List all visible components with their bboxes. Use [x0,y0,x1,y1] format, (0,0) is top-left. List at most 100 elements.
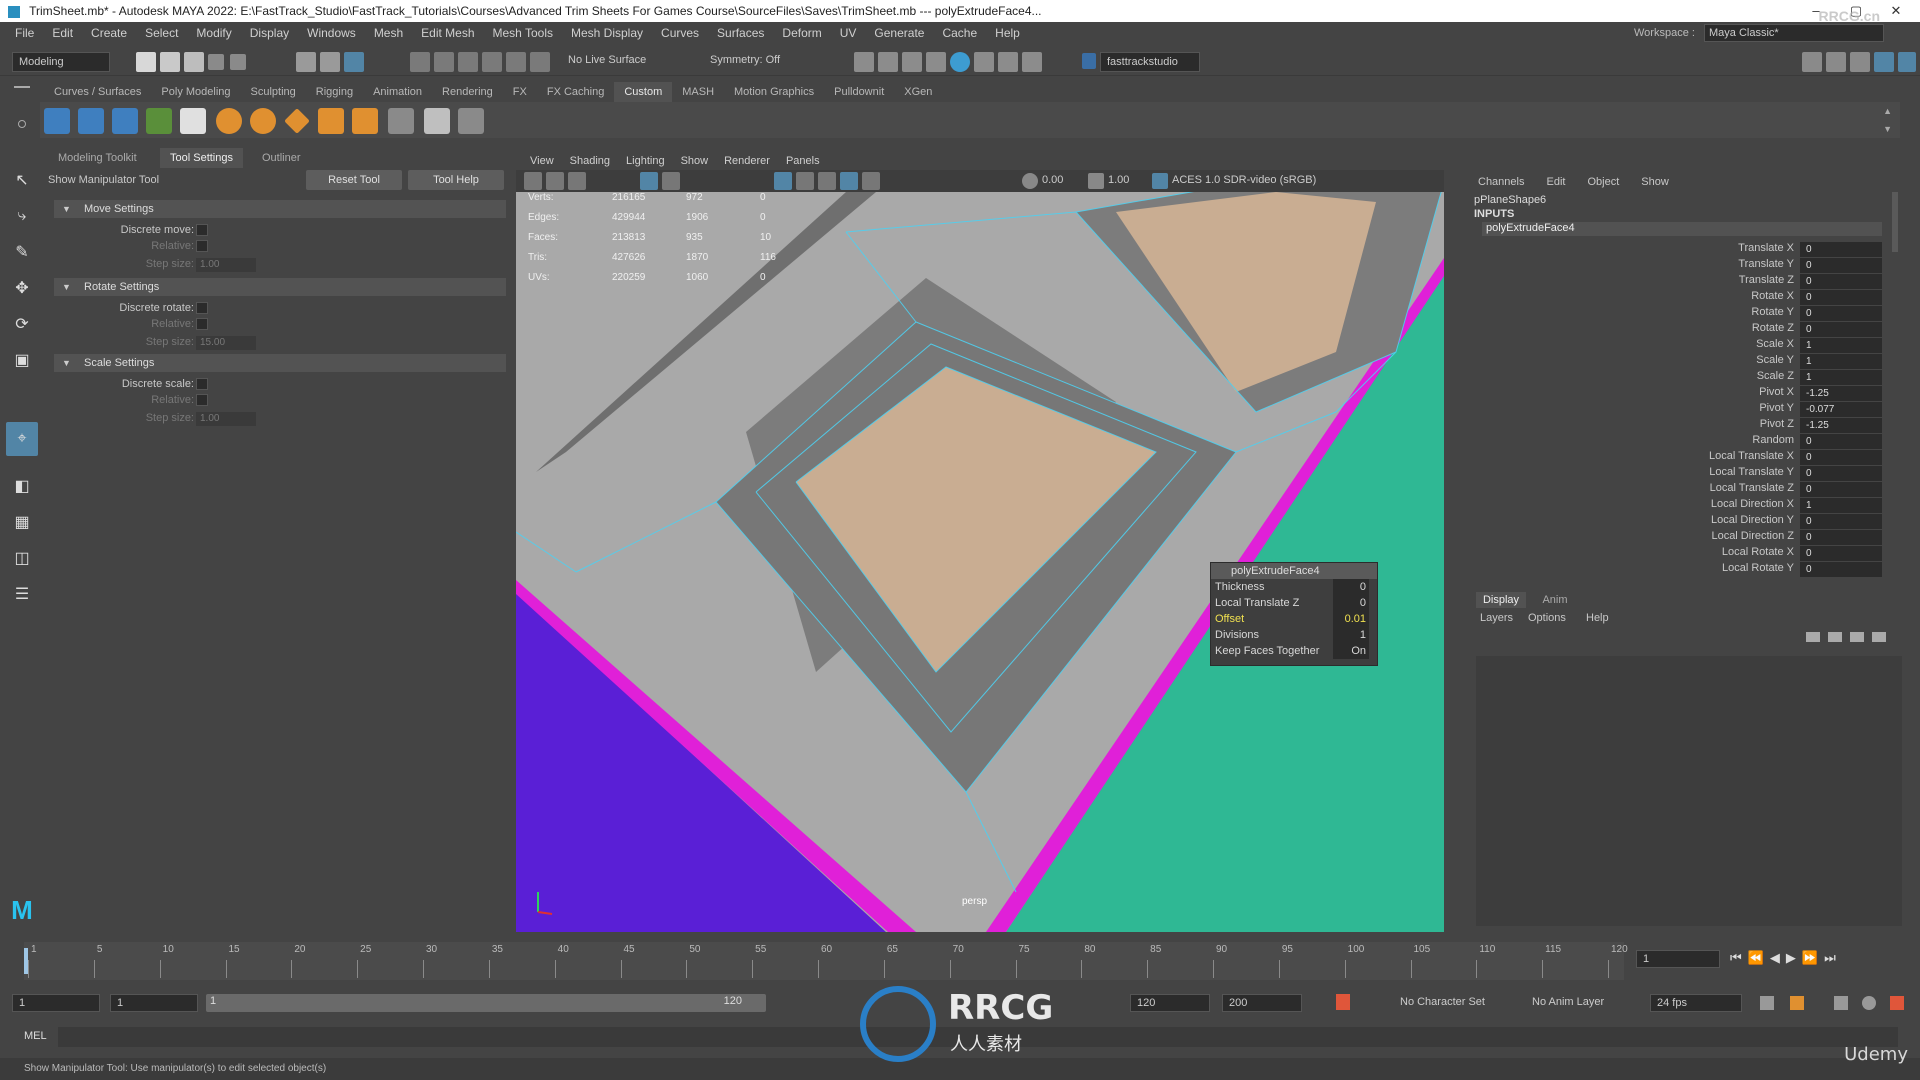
shelf-pivot-icon[interactable] [146,108,172,134]
menu-mesh[interactable]: Mesh [365,26,412,40]
render-settings-icon[interactable] [902,52,922,72]
popup-attr-row[interactable]: Offset 0.01 [1211,611,1377,627]
shelf-sphere-icon[interactable] [216,108,242,134]
channel-row[interactable]: Pivot Y -0.077 [1466,402,1906,418]
workspace-dropdown[interactable]: Maya Classic* [1704,24,1884,42]
shelf-cube-icon[interactable] [352,108,378,134]
ipr-render-icon[interactable] [878,52,898,72]
go-to-end-icon[interactable]: ⏭ [1824,950,1842,965]
render-view-icon[interactable] [974,52,994,72]
gamma-icon[interactable] [1088,173,1104,189]
channel-name[interactable]: Scale X [1756,338,1794,350]
select-tool-icon[interactable]: ↖ [8,166,36,194]
camera-select-icon[interactable] [524,172,542,190]
channel-row[interactable]: Local Translate Y 0 [1466,466,1906,482]
playback-options-icon[interactable] [1862,996,1876,1010]
menu-uv[interactable]: UV [831,26,866,40]
shelf-cylinder-icon[interactable] [318,108,344,134]
auto-key-icon[interactable] [1336,994,1350,1010]
current-frame-field[interactable]: 1 [1636,950,1720,968]
menu-file[interactable]: File [6,26,43,40]
snap-view-icon[interactable] [482,52,502,72]
section-rotate-settings[interactable]: Rotate Settings [54,278,506,296]
menu-windows[interactable]: Windows [298,26,365,40]
shelf-tab-rendering[interactable]: Rendering [432,82,503,102]
channel-name[interactable]: Local Rotate Y [1722,562,1794,574]
move-layer-down-icon[interactable] [1828,632,1842,642]
channel-row[interactable]: Translate Z 0 [1466,274,1906,290]
channel-name[interactable]: Translate Y [1738,258,1794,270]
popup-attr-value[interactable]: 0 [1333,579,1369,595]
anim-start-field[interactable]: 1 [12,994,100,1012]
channel-name[interactable]: Translate Z [1739,274,1794,286]
menu-generate[interactable]: Generate [865,26,933,40]
shelf-tab-xgen[interactable]: XGen [894,82,942,102]
shelf-torus-icon[interactable] [250,108,276,134]
channel-name[interactable]: Pivot Y [1759,402,1794,414]
channel-row[interactable]: Translate X 0 [1466,242,1906,258]
animation-prefs-icon[interactable] [1890,996,1904,1010]
shelf-diamond-icon[interactable] [284,108,310,134]
mel-label[interactable]: MEL [24,1030,47,1042]
channel-value[interactable]: 0 [1800,546,1882,561]
channel-value[interactable]: 0 [1800,274,1882,289]
character-set-dropdown[interactable]: No Character Set [1400,996,1485,1008]
viewport-menu-shading[interactable]: Shading [562,155,618,167]
close-icon[interactable]: ✕ [1876,0,1916,22]
tab-outliner[interactable]: Outliner [252,148,311,168]
section-move-settings[interactable]: Move Settings [54,200,506,218]
channel-row[interactable]: Translate Y 0 [1466,258,1906,274]
channel-value[interactable]: 1 [1800,498,1882,513]
channel-value[interactable]: -0.077 [1800,402,1882,417]
popup-attr-value[interactable]: On [1333,643,1369,659]
step-forward-frame-icon[interactable]: ⏩ [1802,950,1824,965]
sound-icon[interactable] [1834,996,1848,1010]
channel-menu-show[interactable]: Show [1641,176,1669,188]
save-scene-icon[interactable] [184,52,204,72]
shelf-tab-sculpting[interactable]: Sculpting [241,82,306,102]
light-editor-icon[interactable] [998,52,1018,72]
film-gate-icon[interactable] [662,172,680,190]
viewport-menu-view[interactable]: View [522,155,562,167]
channel-value[interactable]: 0 [1800,530,1882,545]
rotate-step-field[interactable]: 15.00 [196,336,256,350]
attribute-editor-toggle-icon[interactable] [1826,52,1846,72]
tab-anim[interactable]: Anim [1530,592,1580,608]
channel-name[interactable]: Random [1752,434,1794,446]
channel-value[interactable]: 1 [1800,338,1882,353]
channel-value[interactable]: 0 [1800,562,1882,577]
channel-row[interactable]: Local Translate Z 0 [1466,482,1906,498]
shelf-tab-mash[interactable]: MASH [672,82,724,102]
menu-edit-mesh[interactable]: Edit Mesh [412,26,483,40]
shelf-tab-curves-surfaces[interactable]: Curves / Surfaces [44,82,151,102]
popup-attr-value[interactable]: 0 [1333,595,1369,611]
shape-node-name[interactable]: pPlaneShape6 [1474,194,1546,206]
channel-value[interactable]: -1.25 [1800,386,1882,401]
section-scale-settings[interactable]: Scale Settings [54,354,506,372]
channel-row[interactable]: Rotate Y 0 [1466,306,1906,322]
live-surface-label[interactable]: No Live Surface [568,54,646,66]
relative-move-checkbox[interactable] [196,240,208,252]
play-forward-icon[interactable]: ▶ [1786,950,1802,965]
tool-help-button[interactable]: Tool Help [408,170,504,190]
channel-box-scrollbar[interactable] [1892,192,1898,252]
popup-attr-value[interactable]: 1 [1333,627,1369,643]
channel-name[interactable]: Pivot Z [1760,418,1794,430]
show-manipulator-tool-icon[interactable]: ⌖ [6,422,38,456]
channel-menu-edit[interactable]: Edit [1546,176,1565,188]
mel-input[interactable] [58,1027,1898,1047]
shelf-curve-tool-icon[interactable] [44,108,70,134]
channel-value[interactable]: 1 [1800,370,1882,385]
channel-value[interactable]: 0 [1800,306,1882,321]
mode-dropdown[interactable]: Modeling [12,52,110,72]
side-view-layout-icon[interactable]: ◫ [8,544,36,572]
channel-value[interactable]: 0 [1800,514,1882,529]
render-frame-icon[interactable] [854,52,874,72]
shelf-tab-custom[interactable]: Custom [614,82,673,102]
shelf-tab-animation[interactable]: Animation [363,82,432,102]
channel-name[interactable]: Rotate Y [1751,306,1794,318]
select-object-icon[interactable] [320,52,340,72]
step-back-key-icon[interactable]: ⏪ [1748,950,1770,965]
channel-value[interactable]: -1.25 [1800,418,1882,433]
rotate-tool-icon[interactable]: ⟳ [8,310,36,338]
